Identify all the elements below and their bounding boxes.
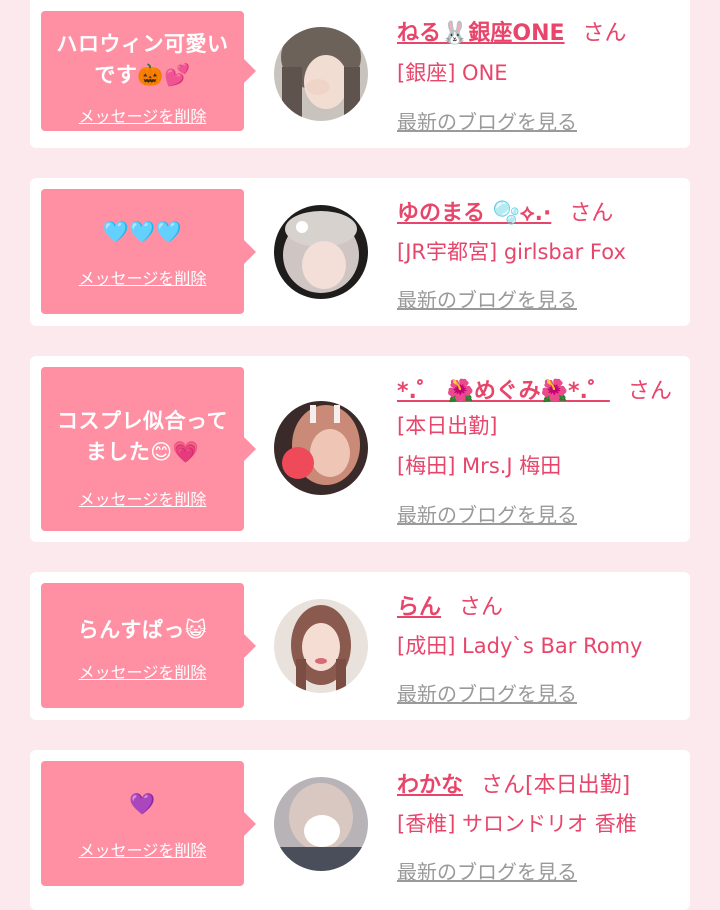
delete-message-link[interactable]: メッセージを削除 [41,265,244,289]
cast-name-link[interactable]: ゆのまる 🫧⟡.· [397,201,551,226]
message-text-line: です🎃💕 [94,63,191,87]
shop-location: [銀座] ONE [397,61,508,85]
avatar[interactable] [274,27,368,121]
honorific: さん [627,379,672,404]
cast-name-link[interactable]: らん [397,595,441,620]
message-card: らんすぱっ😺 メッセージを削除 らん さん [成田] Lady`s Bar Rom… [30,572,690,720]
cast-name-link[interactable]: *.゜ 🌺めぐみ🌺*.゜ [397,379,610,404]
delete-message-link[interactable]: メッセージを削除 [41,659,244,683]
message-text-line: 💜 [129,792,156,816]
message-text-line: らんすぱっ😺 [77,618,208,642]
shop-location: [香椎] サロンドリオ 香椎 [397,812,637,836]
message-card: 🩵🩵🩵 メッセージを削除 ゆのまる 🫧⟡.· さん [JR宇都宮] girlsba… [30,178,690,326]
message-text-line: コスプレ似合って [57,409,228,433]
shop-location: [JR宇都宮] girlsbar Fox [397,240,626,264]
message-text-line: ました😊💗 [85,440,200,464]
avatar[interactable] [274,401,368,495]
avatar[interactable] [274,777,368,871]
latest-blog-link[interactable]: 最新のブログを見る [397,499,577,528]
shop-location: [成田] Lady`s Bar Romy [397,634,643,658]
honorific: さん [459,595,504,620]
message-text-line: 🩵🩵🩵 [102,220,183,244]
honorific: さん [582,21,627,46]
message-bubble: コスプレ似合って ました😊💗 メッセージを削除 [41,367,256,531]
avatar[interactable] [274,599,368,693]
latest-blog-link[interactable]: 最新のブログを見る [397,106,577,135]
message-card: コスプレ似合って ました😊💗 メッセージを削除 *.゜ 🌺めぐみ🌺*.゜ さん [… [30,356,690,542]
honorific: さん[本日出勤] [481,773,631,798]
latest-blog-link[interactable]: 最新のブログを見る [397,284,577,313]
message-bubble: 💜 メッセージを削除 [41,761,256,886]
message-bubble: ハロウィン可愛い です🎃💕 メッセージを削除 [41,11,256,131]
delete-message-link[interactable]: メッセージを削除 [41,103,244,127]
latest-blog-link[interactable]: 最新のブログを見る [397,856,577,885]
message-card: ハロウィン可愛い です🎃💕 メッセージを削除 ねる🐰銀座ONE さん [銀座] O… [30,0,690,148]
delete-message-link[interactable]: メッセージを削除 [41,837,244,861]
cast-name-link[interactable]: わかな [397,773,463,798]
cast-name-link[interactable]: ねる🐰銀座ONE [397,21,565,46]
message-bubble: 🩵🩵🩵 メッセージを削除 [41,189,256,314]
latest-blog-link[interactable]: 最新のブログを見る [397,678,577,707]
delete-message-link[interactable]: メッセージを削除 [41,486,244,510]
avatar[interactable] [274,205,368,299]
honorific: さん [569,201,614,226]
message-bubble: らんすぱっ😺 メッセージを削除 [41,583,256,708]
shop-location: [梅田] Mrs.J 梅田 [397,454,562,478]
message-card: 💜 メッセージを削除 わかな さん[本日出勤] [香椎] サロンドリオ 香椎 最新… [30,750,690,910]
message-text-line: ハロウィン可愛い [56,32,229,56]
work-status: [本日出勤] [397,414,498,438]
